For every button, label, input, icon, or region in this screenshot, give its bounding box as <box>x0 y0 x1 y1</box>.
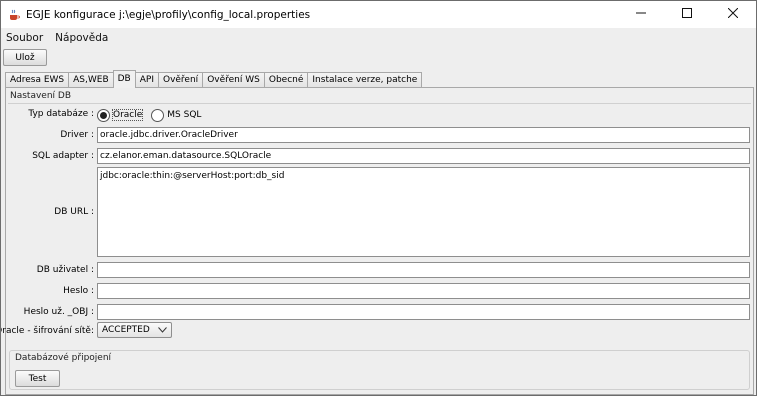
sql-adapter-field[interactable]: cz.elanor.eman.datasource.SQLOracle <box>97 148 750 164</box>
app-window: EGJE konfigurace j:\egje\profily\config_… <box>0 0 757 396</box>
db-connection-title: Databázové připojení <box>15 353 112 363</box>
section-title: Nastavení DB <box>10 91 72 101</box>
tab-overeni-ws[interactable]: Ověření WS <box>202 72 265 88</box>
radio-oracle-label[interactable]: Oracle <box>111 109 144 121</box>
save-button[interactable]: Ulož <box>3 49 47 66</box>
tab-as-web[interactable]: AS,WEB <box>68 72 114 88</box>
password-obj-field[interactable] <box>97 304 750 320</box>
password-label: Heslo : <box>63 286 94 296</box>
radio-mssql-label[interactable]: MS SQL <box>167 110 201 120</box>
encryption-label: Oracle - šifrování sítě: <box>0 326 94 336</box>
driver-field[interactable]: oracle.jdbc.driver.OracleDriver <box>97 127 750 143</box>
tab-instalace[interactable]: Instalace verze, patche <box>307 72 423 88</box>
menu-napoveda[interactable]: Nápověda <box>49 29 114 47</box>
radio-oracle-circle[interactable] <box>97 108 110 122</box>
window-title: EGJE konfigurace j:\egje\profily\config_… <box>26 8 311 21</box>
chevron-down-icon <box>158 326 167 335</box>
tab-adresa-ews[interactable]: Adresa EWS <box>5 72 70 88</box>
radio-oracle[interactable]: Oracle <box>97 108 144 122</box>
db-user-field[interactable] <box>97 262 750 278</box>
password-field[interactable] <box>97 283 750 299</box>
title-bar: EGJE konfigurace j:\egje\profily\config_… <box>1 1 756 28</box>
close-icon <box>727 7 739 22</box>
toolbar: Ulož <box>3 49 47 67</box>
menu-soubor[interactable]: Soubor <box>1 29 49 47</box>
java-cup-icon <box>8 9 20 21</box>
tab-db[interactable]: DB <box>112 70 136 88</box>
encryption-select-value: ACCEPTED <box>102 325 150 335</box>
sql-adapter-label: SQL adapter : <box>32 151 94 161</box>
db-settings-panel: Nastavení DB Typ databáze : Oracle MS SQ… <box>1 87 754 395</box>
tab-overeni[interactable]: Ověření <box>157 72 204 88</box>
db-type-label: Typ databáze : <box>28 109 94 119</box>
test-button[interactable]: Test <box>15 370 60 387</box>
tab-strip: Adresa EWS AS,WEB DB API Ověření Ověření… <box>5 70 423 88</box>
db-connection-group: Databázové připojení Test <box>9 350 750 390</box>
tab-api[interactable]: API <box>134 72 159 88</box>
section-divider <box>8 103 751 104</box>
password-obj-label: Heslo už. _OBJ : <box>23 307 94 317</box>
db-url-textarea[interactable]: jdbc:oracle:thin:@serverHost:port:db_sid <box>97 167 750 257</box>
db-url-label: DB URL : <box>54 207 94 217</box>
driver-label: Driver : <box>60 130 94 140</box>
radio-mssql[interactable]: MS SQL <box>151 108 201 122</box>
close-button[interactable] <box>710 1 756 28</box>
encryption-select[interactable]: ACCEPTED <box>97 322 172 338</box>
db-type-radio-group: Oracle MS SQL <box>97 108 210 122</box>
minimize-icon <box>636 7 646 22</box>
window-controls <box>618 1 756 28</box>
radio-mssql-circle[interactable] <box>151 108 165 122</box>
tab-obecne[interactable]: Obecné <box>263 72 309 88</box>
menu-bar: Soubor Nápověda <box>1 29 756 47</box>
minimize-button[interactable] <box>618 1 664 28</box>
maximize-button[interactable] <box>664 1 710 28</box>
maximize-icon <box>682 7 692 22</box>
db-user-label: DB uživatel : <box>36 265 94 275</box>
